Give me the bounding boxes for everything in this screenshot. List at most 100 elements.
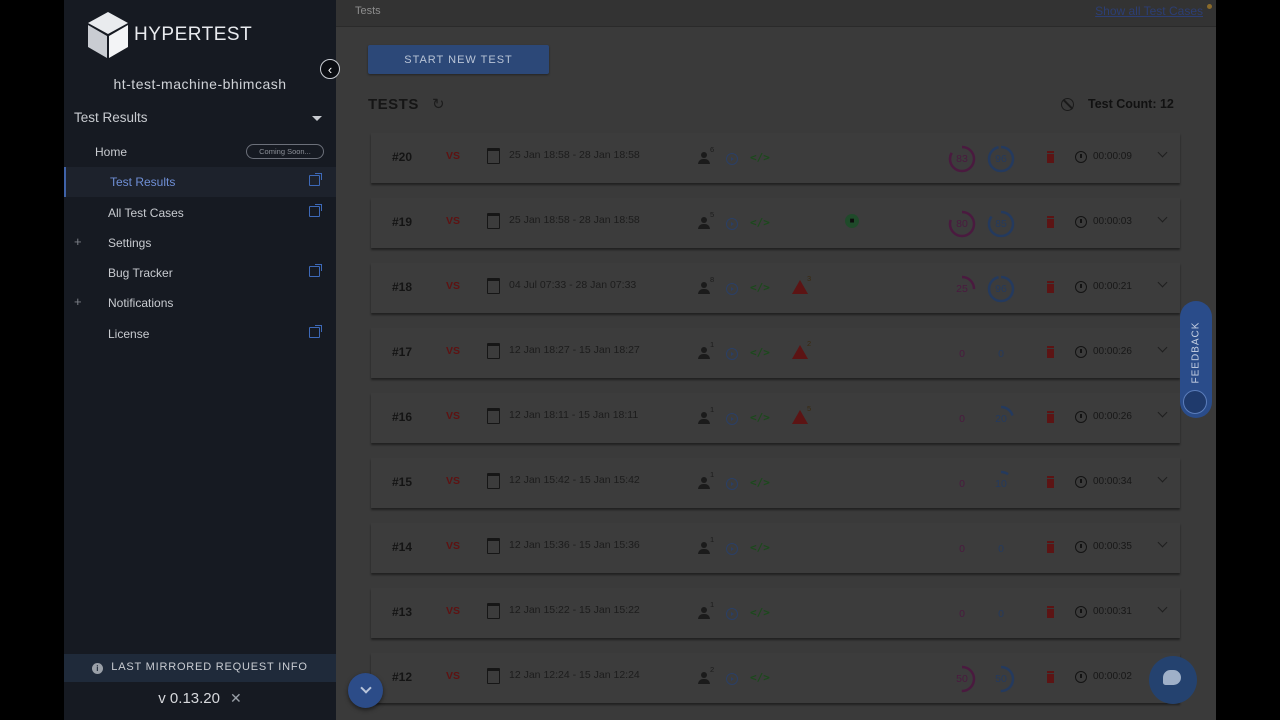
delete-icon[interactable] — [1047, 413, 1054, 423]
external-link-icon[interactable] — [309, 173, 322, 186]
warning-icon[interactable] — [792, 410, 808, 424]
score-gauge-secondary: 0 — [987, 600, 1015, 628]
play-icon[interactable] — [726, 673, 738, 685]
play-icon[interactable] — [726, 608, 738, 620]
code-icon[interactable]: </> — [750, 541, 770, 554]
code-icon[interactable]: </> — [750, 476, 770, 489]
code-icon[interactable]: </> — [750, 151, 770, 164]
clock-icon — [1075, 216, 1087, 228]
test-row[interactable]: #15 VS 12 Jan 15:42 - 15 Jan 15:42 1 </> 0 10 0… — [371, 458, 1180, 508]
warning-icon[interactable] — [792, 280, 808, 294]
play-icon[interactable] — [726, 543, 738, 555]
calendar-icon — [487, 343, 500, 359]
logo[interactable]: HYPERTEST — [86, 10, 252, 60]
test-row[interactable]: #20 VS 25 Jan 18:58 - 28 Jan 18:58 6 </> 83 96… — [371, 133, 1180, 183]
chevron-down-icon[interactable] — [1157, 472, 1168, 483]
start-new-test-button[interactable]: START NEW TEST — [368, 45, 549, 74]
score-gauge-secondary-value: 96 — [995, 153, 1007, 165]
code-icon[interactable]: </> — [750, 411, 770, 424]
test-count: Test Count: 12 — [1088, 97, 1174, 111]
test-row[interactable]: #17 VS 12 Jan 18:27 - 15 Jan 18:27 1 </> 2 0 0 0… — [371, 328, 1180, 378]
chevron-down-icon[interactable] — [1157, 407, 1168, 418]
lock-icon: ■ — [845, 214, 859, 228]
test-id[interactable]: #17 — [392, 345, 412, 359]
test-row[interactable]: #14 VS 12 Jan 15:36 - 15 Jan 15:36 1 </> 0 0 00… — [371, 523, 1180, 573]
test-row[interactable]: #12 VS 12 Jan 12:24 - 15 Jan 12:24 2 </> 50 50… — [371, 653, 1180, 703]
play-icon[interactable] — [726, 348, 738, 360]
play-icon[interactable] — [726, 413, 738, 425]
code-icon[interactable]: </> — [750, 281, 770, 294]
chevron-down-icon[interactable] — [1157, 342, 1168, 353]
block-icon[interactable] — [1061, 98, 1074, 111]
play-icon[interactable] — [726, 478, 738, 490]
delete-icon[interactable] — [1047, 543, 1054, 553]
play-icon[interactable] — [726, 153, 738, 165]
sidebar-item-all-test-cases[interactable]: All Test Cases — [64, 198, 336, 228]
test-row[interactable]: #18 VS 04 Jul 07:33 - 28 Jan 07:33 8 </> 3 25 9… — [371, 263, 1180, 313]
vs-label: VS — [446, 215, 461, 227]
sidebar-item-bug-tracker[interactable]: Bug Tracker — [64, 258, 336, 288]
test-id[interactable]: #12 — [392, 670, 412, 684]
sidebar-item-notifications[interactable]: + Notifications — [64, 288, 336, 318]
test-date-range: 12 Jan 18:27 - 15 Jan 18:27 — [509, 344, 640, 356]
chevron-down-icon[interactable] — [1157, 537, 1168, 548]
mirror-label: LAST MIRRORED REQUEST INFO — [111, 661, 308, 673]
warning-icon[interactable] — [792, 345, 808, 359]
collapse-sidebar-button[interactable]: ‹ — [320, 59, 340, 79]
user-count: 8 — [710, 275, 715, 284]
delete-icon[interactable] — [1047, 348, 1054, 358]
section-test-results[interactable]: Test Results — [74, 110, 326, 125]
scroll-down-button[interactable] — [348, 673, 383, 708]
chevron-down-icon[interactable] — [1157, 277, 1168, 288]
logo-text: HYPERTEST — [134, 24, 253, 45]
delete-icon[interactable] — [1047, 608, 1054, 618]
test-row[interactable]: #16 VS 12 Jan 18:11 - 15 Jan 18:11 1 </> 5 0 20… — [371, 393, 1180, 443]
last-mirrored-request-button[interactable]: i LAST MIRRORED REQUEST INFO — [64, 654, 336, 682]
test-duration: 00:00:31 — [1093, 606, 1132, 617]
delete-icon[interactable] — [1047, 283, 1054, 293]
top-bar: Tests Show all Test Cases — [336, 0, 1216, 27]
play-icon[interactable] — [726, 218, 738, 230]
show-all-test-cases-link[interactable]: Show all Test Cases — [1095, 4, 1203, 18]
play-icon[interactable] — [726, 283, 738, 295]
chevron-down-icon[interactable] — [1157, 212, 1168, 223]
code-icon[interactable]: </> — [750, 346, 770, 359]
external-link-icon[interactable] — [309, 204, 322, 217]
feedback-tab[interactable]: FEEDBACK — [1180, 301, 1212, 418]
sidebar-item-label: All Test Cases — [108, 206, 184, 220]
score-gauge-secondary: 85 — [987, 210, 1015, 238]
code-icon[interactable]: </> — [750, 606, 770, 619]
code-icon[interactable]: </> — [750, 216, 770, 229]
test-row[interactable]: #19 VS 25 Jan 18:58 - 28 Jan 18:58 5 </> ■ 80 8… — [371, 198, 1180, 248]
sidebar-item-license[interactable]: License — [64, 319, 336, 349]
test-id[interactable]: #16 — [392, 410, 412, 424]
external-link-icon[interactable] — [309, 264, 322, 277]
test-id[interactable]: #18 — [392, 280, 412, 294]
chevron-down-icon[interactable] — [1157, 602, 1168, 613]
test-id[interactable]: #13 — [392, 605, 412, 619]
test-id[interactable]: #19 — [392, 215, 412, 229]
delete-icon[interactable] — [1047, 218, 1054, 228]
test-duration: 00:00:34 — [1093, 476, 1132, 487]
external-link-icon[interactable] — [309, 325, 322, 338]
breadcrumb[interactable]: Tests — [355, 5, 381, 17]
delete-icon[interactable] — [1047, 478, 1054, 488]
tools-icon[interactable]: ✕ — [230, 690, 242, 706]
chevron-down-icon[interactable] — [1157, 147, 1168, 158]
sidebar-item-test-results[interactable]: Test Results — [64, 167, 336, 197]
code-icon[interactable]: </> — [750, 671, 770, 684]
refresh-icon[interactable]: ↻ — [432, 95, 445, 113]
sidebar-item-home[interactable]: Home Coming Soon... — [64, 137, 336, 167]
feedback-icon[interactable] — [1183, 390, 1207, 414]
test-row[interactable]: #13 VS 12 Jan 15:22 - 15 Jan 15:22 1 </> 0 0 00… — [371, 588, 1180, 638]
delete-icon[interactable] — [1047, 153, 1054, 163]
chat-icon[interactable] — [1149, 656, 1197, 704]
user-icon — [697, 477, 711, 489]
delete-icon[interactable] — [1047, 673, 1054, 683]
test-id[interactable]: #20 — [392, 150, 412, 164]
test-id[interactable]: #15 — [392, 475, 412, 489]
sidebar-item-settings[interactable]: + Settings — [64, 228, 336, 258]
test-id[interactable]: #14 — [392, 540, 412, 554]
user-count: 1 — [710, 405, 715, 414]
clock-icon — [1075, 411, 1087, 423]
